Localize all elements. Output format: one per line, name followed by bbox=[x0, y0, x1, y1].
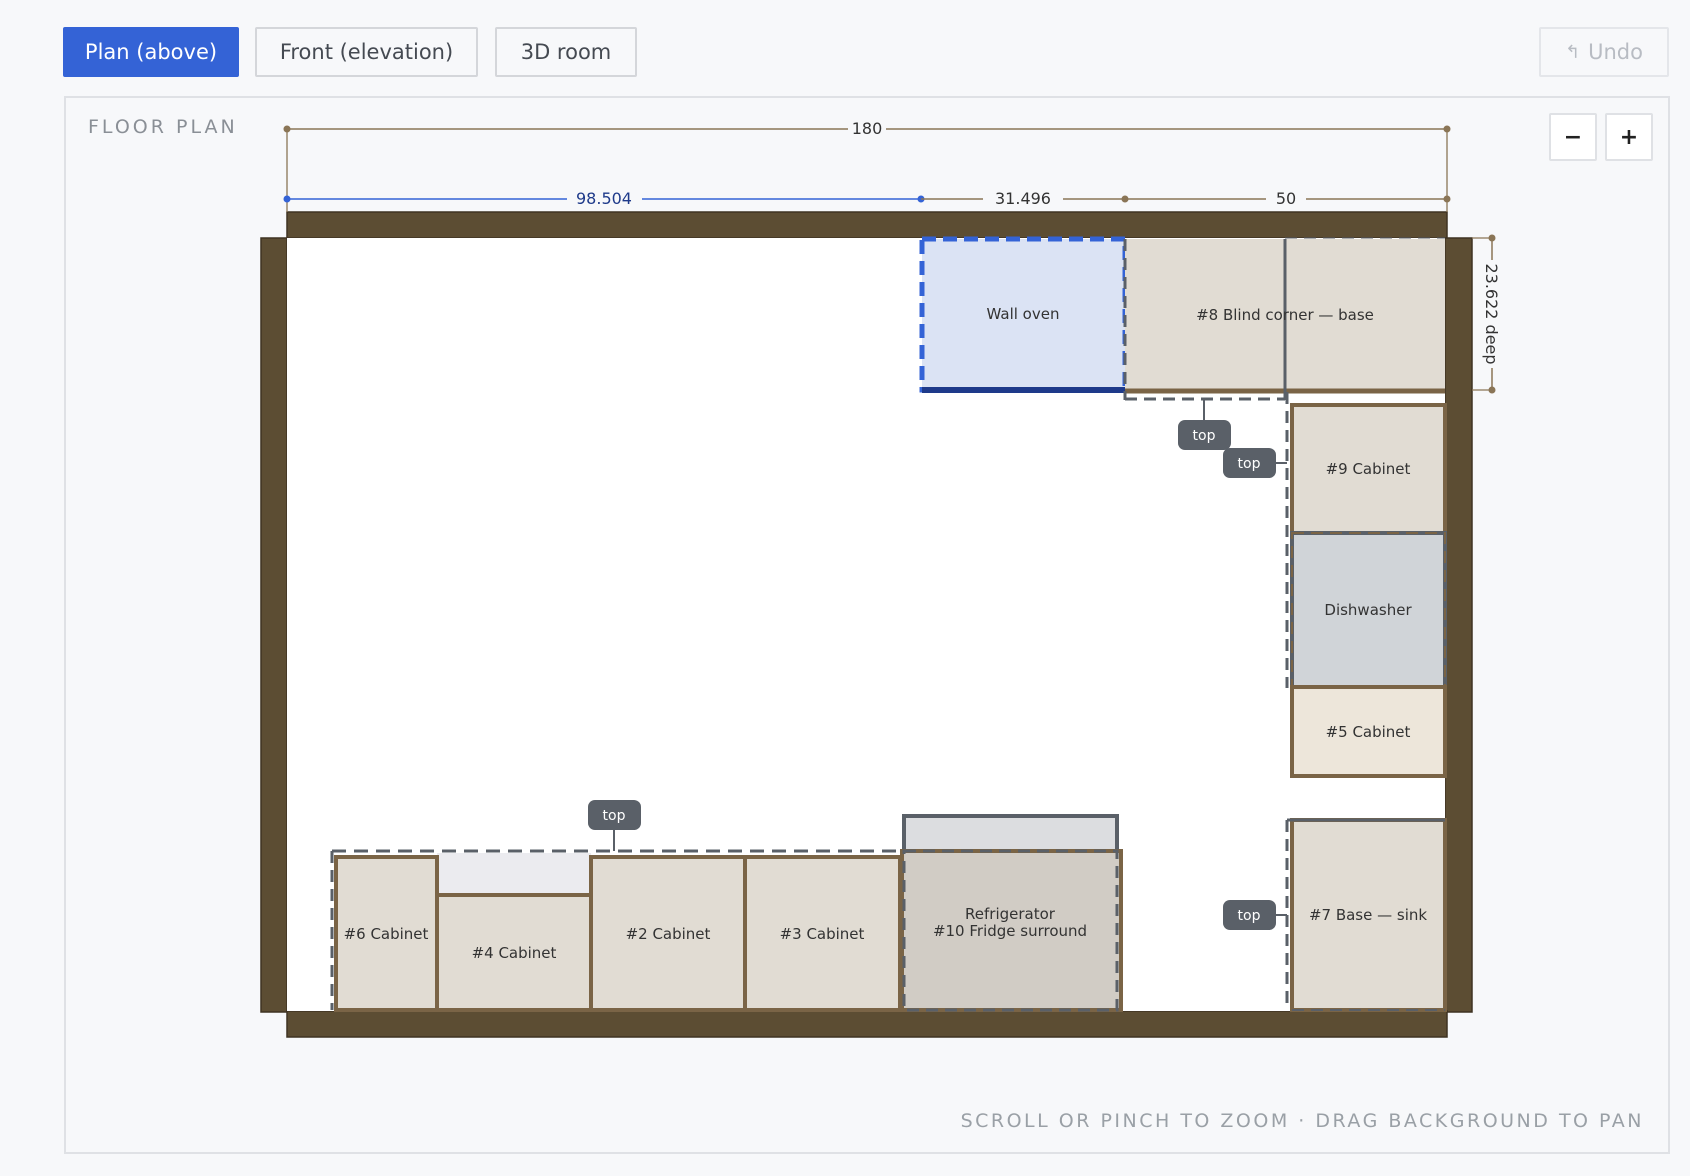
top-tag-label: top bbox=[603, 808, 626, 824]
dimension-right-label: 50 bbox=[1276, 189, 1296, 208]
dimension-depth-label: 23.622 deep bbox=[1482, 263, 1501, 364]
wall-oven[interactable]: Wall oven bbox=[919, 236, 1128, 393]
wall-oven-label: Wall oven bbox=[987, 305, 1060, 323]
dimension-right-segment: 50 bbox=[1125, 189, 1451, 208]
floor-plan-drawing: 180 98.504 31.496 50 23.622 deep Wall ov… bbox=[260, 119, 1501, 1038]
dimension-left-label: 98.504 bbox=[576, 189, 632, 208]
wall-right bbox=[1444, 237, 1473, 1013]
cabinet-6[interactable]: #6 Cabinet bbox=[334, 855, 439, 1012]
wall-top bbox=[286, 211, 1448, 239]
cabinet-7-label: #7 Base — sink bbox=[1309, 906, 1427, 924]
cabinet-3-label: #3 Cabinet bbox=[780, 925, 865, 943]
dimension-middle-segment: 31.496 bbox=[921, 189, 1129, 208]
cabinet-3[interactable]: #3 Cabinet bbox=[743, 855, 902, 1012]
top-tag-label: top bbox=[1238, 456, 1261, 472]
cabinet-9-label: #9 Cabinet bbox=[1326, 460, 1411, 478]
fridge-surround-label: #10 Fridge surround bbox=[933, 922, 1087, 940]
wall-left bbox=[260, 237, 288, 1013]
cabinet-4[interactable]: #4 Cabinet bbox=[435, 893, 593, 1012]
dishwasher-label: Dishwasher bbox=[1324, 601, 1412, 619]
dimension-middle-label: 31.496 bbox=[995, 189, 1051, 208]
cabinet-2[interactable]: #2 Cabinet bbox=[589, 855, 747, 1012]
refrigerator-fridge-surround[interactable]: Refrigerator #10 Fridge surround bbox=[900, 814, 1123, 1012]
refrigerator-label: Refrigerator bbox=[965, 905, 1056, 923]
cabinet-9[interactable]: #9 Cabinet bbox=[1290, 403, 1447, 535]
dimension-left-segment[interactable]: 98.504 bbox=[283, 189, 925, 208]
cabinet-6-label: #6 Cabinet bbox=[344, 925, 429, 943]
wall-bottom bbox=[286, 1010, 1448, 1038]
cabinet-5[interactable]: #5 Cabinet bbox=[1290, 685, 1447, 778]
base-sink-cabinet-7[interactable]: #7 Base — sink bbox=[1285, 818, 1447, 1012]
blind-corner-cabinet[interactable]: #8 Blind corner — base bbox=[1123, 237, 1445, 401]
blind-corner-label: #8 Blind corner — base bbox=[1196, 306, 1374, 324]
cabinet-2-label: #2 Cabinet bbox=[626, 925, 711, 943]
top-tag-label: top bbox=[1238, 908, 1261, 924]
dimension-total-label: 180 bbox=[852, 119, 883, 138]
top-tag-label: top bbox=[1193, 428, 1216, 444]
dishwasher[interactable]: Dishwasher bbox=[1290, 531, 1447, 689]
cabinet-5-label: #5 Cabinet bbox=[1326, 723, 1411, 741]
cabinet-4-label: #4 Cabinet bbox=[472, 944, 557, 962]
dimension-depth: 23.622 deep bbox=[1472, 234, 1501, 394]
